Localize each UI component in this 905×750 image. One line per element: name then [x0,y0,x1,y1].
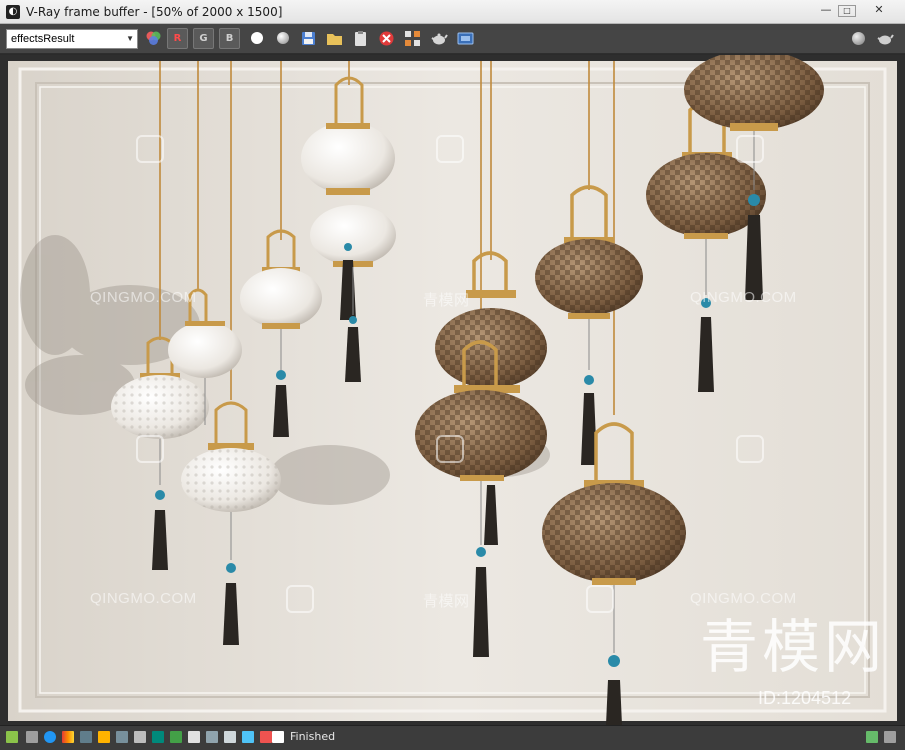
frame-icon[interactable] [242,731,254,743]
exposure-icon[interactable] [98,731,110,743]
watermark-text: QINGMO.COM [90,590,197,607]
watermark-logo [736,435,764,463]
levels-icon[interactable] [80,731,92,743]
window-title: V-Ray frame buffer - [50% of 2000 x 1500… [26,5,283,19]
close-button[interactable]: ✕ [864,3,894,18]
watermark-text: 青模网 [423,593,470,610]
watermark-logo [736,135,764,163]
pixel-info-icon[interactable] [206,731,218,743]
minimize-button[interactable]: — [814,3,838,18]
vfb-toolbar: effectsResult ▼ R G B [0,24,905,54]
compare-icon[interactable] [188,731,200,743]
render-channel-value: effectsResult [11,33,75,45]
info-icon[interactable] [44,731,56,743]
fit-icon[interactable] [866,731,878,743]
h-icon[interactable] [224,731,236,743]
watermark-logo [586,585,614,613]
render-status-text: Finished [290,730,336,743]
watermark-logo [136,135,164,163]
render-icon[interactable] [260,731,272,743]
lut-icon[interactable] [134,731,146,743]
green-channel-button[interactable]: G [193,28,214,49]
region-render-icon[interactable] [402,28,423,49]
watermark-text: QINGMO.COM [90,289,197,306]
title-bar: ◐ V-Ray frame buffer - [50% of 2000 x 15… [0,0,905,24]
stop-icon[interactable] [272,731,284,743]
teapot-right-icon[interactable] [874,28,895,49]
srgb-icon[interactable] [152,731,164,743]
watermark-text: 青模网 [423,292,470,309]
watermark-logo [286,585,314,613]
watermark-text: QINGMO.COM [690,289,797,306]
copy-clipboard-icon[interactable] [350,28,371,49]
watermark-big-text: 青模网 [700,613,887,681]
ocio-icon[interactable] [170,731,182,743]
status-bar: Finished [0,725,905,750]
render-settings-icon[interactable] [455,28,476,49]
watermark-logo [136,435,164,463]
curve-icon[interactable] [116,731,128,743]
white-dot-icon[interactable] [246,28,267,49]
color-mode-icon[interactable] [143,28,164,49]
watermark-logo [436,435,464,463]
save-image-icon[interactable] [298,28,319,49]
watermark-id-text: ID:1204512 [758,688,852,708]
history-icon[interactable] [6,731,18,743]
color-correction-icon[interactable] [62,731,74,743]
clear-image-icon[interactable] [376,28,397,49]
vray-app-icon: ◐ [6,5,20,19]
watermark-logo [436,135,464,163]
mono-dot-icon[interactable] [272,28,293,49]
chevron-down-icon: ▼ [126,34,134,43]
render-teapot-icon[interactable] [428,28,449,49]
render-image-viewport[interactable]: QINGMO.COM 青模网 QINGMO.COM QINGMO.COM 青模网… [0,55,905,725]
blue-channel-button[interactable]: B [219,28,240,49]
red-channel-button[interactable]: R [167,28,188,49]
maximize-button[interactable]: □ [838,5,856,17]
expand-icon[interactable] [884,731,896,743]
stats-icon[interactable] [26,731,38,743]
sphere-preview-icon[interactable] [848,28,869,49]
render-channel-select[interactable]: effectsResult ▼ [6,29,138,49]
load-image-folder-icon[interactable] [324,28,345,49]
